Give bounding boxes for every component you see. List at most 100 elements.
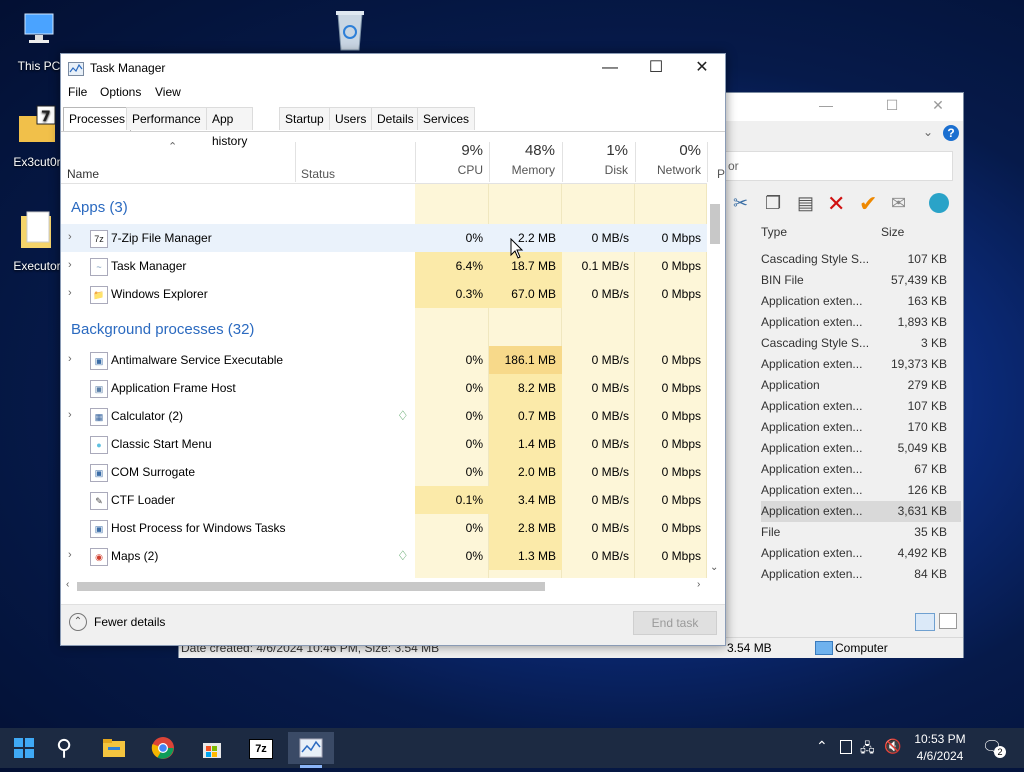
task-manager-taskbar-icon[interactable] — [288, 732, 334, 764]
file-row[interactable]: Application exten... 163 KB — [761, 291, 961, 312]
file-row[interactable]: Application exten... 19,373 KB — [761, 354, 961, 375]
file-row[interactable]: Application exten... 67 KB — [761, 459, 961, 480]
column-name[interactable]: Name — [67, 167, 99, 181]
view-details-icon[interactable] — [915, 613, 935, 631]
tab-startup[interactable]: Startup — [279, 107, 330, 130]
process-disk: 0 MB/s — [591, 549, 629, 563]
file-row[interactable]: BIN File 57,439 KB — [761, 270, 961, 291]
minimize-button[interactable]: — — [587, 54, 633, 84]
tab-details[interactable]: Details — [371, 107, 420, 130]
close-button[interactable]: ✕ — [679, 54, 725, 84]
process-row[interactable]: › ~ Task Manager 6.4% 18.7 MB 0.1 MB/s 0 Mbps — [61, 252, 707, 280]
file-row[interactable]: Application exten... 4,492 KB — [761, 543, 961, 564]
chevron-right-icon[interactable]: › — [68, 409, 72, 421]
recycle-bin-icon[interactable] — [330, 8, 370, 52]
chevron-up-icon[interactable]: ⌃ — [816, 738, 828, 755]
menu-file[interactable]: File — [68, 85, 87, 99]
file-row[interactable]: Application 279 KB — [761, 375, 961, 396]
column-disk[interactable]: 1% Disk — [562, 142, 628, 182]
process-row[interactable]: › 📁 Windows Explorer 0.3% 67.0 MB 0 MB/s 0 Mbp… — [61, 280, 707, 308]
column-status[interactable]: Status — [301, 167, 335, 181]
clock[interactable]: 10:53 PM 4/6/2024 — [910, 732, 970, 763]
info-icon[interactable]: ✉ — [891, 193, 906, 214]
process-cpu: 0% — [465, 409, 483, 423]
menu-view[interactable]: View — [155, 85, 181, 99]
delete-icon[interactable]: ✕ — [827, 191, 845, 217]
file-row[interactable]: Application exten... 84 KB — [761, 564, 961, 585]
fewer-details-link[interactable]: Fewer details — [94, 615, 165, 629]
copy-icon[interactable]: ❐ — [765, 193, 781, 214]
process-row[interactable]: › ▣ Antimalware Service Executable 0% 186.1 … — [61, 346, 707, 374]
column-power-truncated[interactable]: P — [717, 167, 725, 181]
process-row[interactable]: › 7z 7-Zip File Manager 0% 2.2 MB 0 MB/s 0 Mbp… — [61, 224, 707, 252]
process-cpu: 0% — [465, 353, 483, 367]
file-explorer-icon[interactable] — [94, 732, 134, 764]
process-row[interactable]: ✎ CTF Loader 0.1% 3.4 MB 0 MB/s 0 Mbps — [61, 486, 707, 514]
file-row[interactable]: Application exten... 3,631 KB — [761, 501, 961, 522]
process-row[interactable]: ▣ Host Process for Windows Tasks 0% 2.8 MB 0… — [61, 514, 707, 542]
tab-app-history[interactable]: App history — [206, 107, 254, 148]
horizontal-scrollbar[interactable]: ‹ › — [61, 578, 707, 594]
process-row[interactable]: ● Classic Start Menu 0% 1.4 MB 0 MB/s 0 Mbps — [61, 430, 707, 458]
process-row[interactable]: › ◉ Maps (2) ♢ 0% 1.3 MB 0 MB/s 0 Mbps — [61, 542, 707, 570]
scroll-right-arrow[interactable]: › — [697, 579, 700, 590]
network-icon[interactable]: 🖧 — [860, 739, 875, 761]
chevron-right-icon[interactable]: › — [68, 549, 72, 561]
end-task-button[interactable]: End task — [633, 611, 717, 635]
chrome-icon[interactable] — [143, 732, 183, 764]
chevron-right-icon[interactable]: › — [68, 259, 72, 271]
process-row[interactable]: ▣ Application Frame Host 0% 8.2 MB 0 MB/s 0 M… — [61, 374, 707, 402]
close-button[interactable]: ✕ — [921, 97, 955, 117]
column-memory[interactable]: 48% Memory — [489, 142, 555, 182]
scroll-thumb[interactable] — [77, 582, 545, 591]
extract-icon[interactable]: ✂ — [733, 193, 748, 214]
search-icon[interactable]: ⚲ — [44, 732, 84, 764]
tablet-icon[interactable] — [840, 740, 852, 754]
scroll-left-arrow[interactable]: ‹ — [66, 579, 69, 590]
start-button[interactable] — [4, 732, 44, 764]
task-manager-window[interactable]: Task Manager — ☐ ✕ File Options View Pro… — [60, 53, 726, 646]
maximize-button[interactable]: ☐ — [875, 97, 909, 117]
file-row[interactable]: Application exten... 5,049 KB — [761, 438, 961, 459]
column-network[interactable]: 0% Network — [635, 142, 701, 182]
scroll-down-arrow[interactable]: ⌄ — [710, 562, 718, 573]
column-size[interactable]: Size — [881, 225, 904, 239]
tab-performance[interactable]: Performance — [126, 107, 207, 130]
help-icon[interactable]: ? — [943, 125, 959, 141]
process-row[interactable]: › ▦ Calculator (2) ♢ 0% 0.7 MB 0 MB/s 0 Mbps — [61, 402, 707, 430]
tab-users[interactable]: Users — [329, 107, 373, 130]
search-input[interactable]: or — [725, 151, 953, 181]
file-row[interactable]: Application exten... 126 KB — [761, 480, 961, 501]
chevron-right-icon[interactable]: › — [68, 287, 72, 299]
process-row[interactable]: ▣ COM Surrogate 0% 2.0 MB 0 MB/s 0 Mbps — [61, 458, 707, 486]
vertical-scrollbar[interactable]: ⌄ — [707, 200, 723, 580]
chevron-right-icon[interactable]: › — [68, 231, 72, 243]
paste-icon[interactable]: ▤ — [797, 193, 814, 214]
chevron-right-icon[interactable]: › — [68, 353, 72, 365]
web-icon[interactable] — [929, 193, 949, 213]
file-row[interactable]: Application exten... 107 KB — [761, 396, 961, 417]
cpu-label: CPU — [457, 163, 483, 177]
minimize-button[interactable]: — — [809, 97, 843, 117]
file-type: Application exten... — [761, 294, 863, 308]
store-icon[interactable] — [192, 732, 232, 764]
7zip-taskbar-icon[interactable]: 7z — [241, 732, 281, 764]
tab-processes[interactable]: Processes — [63, 107, 132, 132]
file-row[interactable]: File 35 KB — [761, 522, 961, 543]
file-row[interactable]: Cascading Style S... 3 KB — [761, 333, 961, 354]
volume-muted-icon[interactable]: 🔇 — [884, 738, 901, 755]
column-type[interactable]: Type — [761, 225, 787, 239]
fewer-details-icon[interactable]: ⌃ — [69, 613, 87, 631]
maximize-button[interactable]: ☐ — [633, 54, 679, 84]
task-manager-titlebar[interactable]: Task Manager — ☐ ✕ — [61, 54, 725, 84]
menu-options[interactable]: Options — [100, 85, 141, 99]
file-row[interactable]: Application exten... 1,893 KB — [761, 312, 961, 333]
view-list-icon[interactable] — [939, 613, 957, 629]
file-row[interactable]: Cascading Style S... 107 KB — [761, 249, 961, 270]
scroll-thumb[interactable] — [710, 204, 720, 244]
column-cpu[interactable]: 9% CPU — [415, 142, 483, 182]
tab-services[interactable]: Services — [417, 107, 476, 130]
chevron-down-icon[interactable]: ⌄ — [923, 125, 933, 139]
test-icon[interactable]: ✔ — [859, 191, 877, 217]
file-row[interactable]: Application exten... 170 KB — [761, 417, 961, 438]
